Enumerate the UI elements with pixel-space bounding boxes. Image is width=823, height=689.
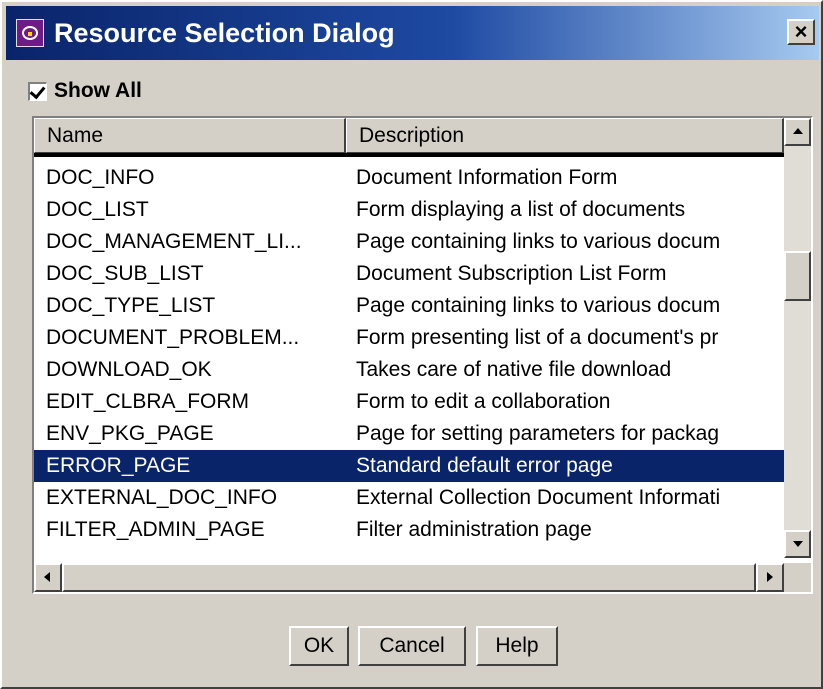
window-title: Resource Selection Dialog [54,18,395,48]
vertical-scroll-thumb[interactable] [784,251,811,301]
show-all-toggle[interactable]: Show All [28,78,142,104]
vertical-scrollbar[interactable] [784,118,811,558]
chevron-left-icon [44,572,50,582]
cell-description: Document Information Form [356,166,618,189]
chevron-down-icon [793,541,803,547]
column-header-name[interactable]: Name [34,118,346,153]
table-row[interactable]: EDIT_CLBRA_FORM Form to edit a collaborat… [34,386,784,418]
table-header: Name Description [34,118,784,157]
cell-name: DOCUMENT_PROBLEM... [46,326,300,349]
table-row[interactable]: FILTER_ADMIN_PAGE Filter administration p… [34,514,784,546]
column-header-description[interactable]: Description [346,118,784,153]
cell-description: Page for setting parameters for packag [356,422,720,445]
cell-name: ENV_PKG_PAGE [46,422,214,445]
table-row[interactable]: DOC_SUB_LIST Document Subscription List F… [34,258,784,290]
ok-button[interactable]: OK [289,626,349,666]
table-row[interactable]: DOC_LIST Form displaying a list of docume… [34,194,784,226]
cell-name: DOC_SUB_LIST [46,262,204,285]
scroll-up-button[interactable] [784,118,811,146]
show-all-label[interactable]: Show All [54,79,142,103]
table-body: DOC_INFO Document Information Form DOC_LIS… [34,162,784,558]
cell-description: Page containing links to various docum [356,294,721,317]
horizontal-scrollbar[interactable] [34,563,811,592]
cell-name: DOC_MANAGEMENT_LI... [46,230,302,253]
chevron-up-icon [793,128,803,134]
chevron-right-icon [767,572,773,582]
close-button[interactable]: × [787,19,815,45]
cell-description: Form presenting list of a document's pr [356,326,719,349]
cell-description: Document Subscription List Form [356,262,667,285]
resource-table: Name Description DOC_INFO Document Inform… [32,116,813,594]
cell-description: External Collection Document Informati [356,486,721,509]
title-bar[interactable]: Resource Selection Dialog × [6,6,819,60]
horizontal-scroll-thumb[interactable] [62,563,756,592]
dialog-buttons: OK Cancel Help [2,626,823,666]
table-row[interactable]: EXTERNAL_DOC_INFO External Collection Doc… [34,482,784,514]
table-row[interactable]: ENV_PKG_PAGE Page for setting parameters … [34,418,784,450]
table-row[interactable]: DOC_INFO Document Information Form [34,162,784,194]
cell-name: ERROR_PAGE [46,454,191,477]
cell-name: DOC_INFO [46,166,155,189]
scroll-left-button[interactable] [34,563,62,592]
cancel-button[interactable]: Cancel [358,626,466,666]
cell-description: Standard default error page [356,454,613,477]
scroll-down-button[interactable] [784,530,811,558]
cell-name: FILTER_ADMIN_PAGE [46,518,265,541]
cell-name: DOWNLOAD_OK [46,358,212,381]
cell-name: EDIT_CLBRA_FORM [46,390,250,413]
cell-name: DOC_TYPE_LIST [46,294,216,317]
cell-description: Form displaying a list of documents [356,198,686,221]
show-all-checkbox[interactable] [28,81,47,101]
table-row[interactable]: DOC_MANAGEMENT_LI... Page containing link… [34,226,784,258]
table-row[interactable]: DOWNLOAD_OK Takes care of native file dow… [34,354,784,386]
table-row[interactable]: DOCUMENT_PROBLEM... Form presenting list … [34,322,784,354]
cell-description: Takes care of native file download [356,358,672,381]
resource-selection-dialog: Resource Selection Dialog × Show All Nam… [0,0,823,689]
cell-name: EXTERNAL_DOC_INFO [46,486,278,509]
scroll-right-button[interactable] [756,563,784,592]
cell-description: Form to edit a collaboration [356,390,611,413]
cell-description: Filter administration page [356,518,592,541]
help-button[interactable]: Help [476,626,558,666]
table-row[interactable]: DOC_TYPE_LIST Page containing links to va… [34,290,784,322]
cell-description: Page containing links to various docum [356,230,721,253]
table-row-selected[interactable]: ERROR_PAGE Standard default error page [34,450,784,482]
cell-name: DOC_LIST [46,198,149,221]
app-icon [16,19,44,47]
